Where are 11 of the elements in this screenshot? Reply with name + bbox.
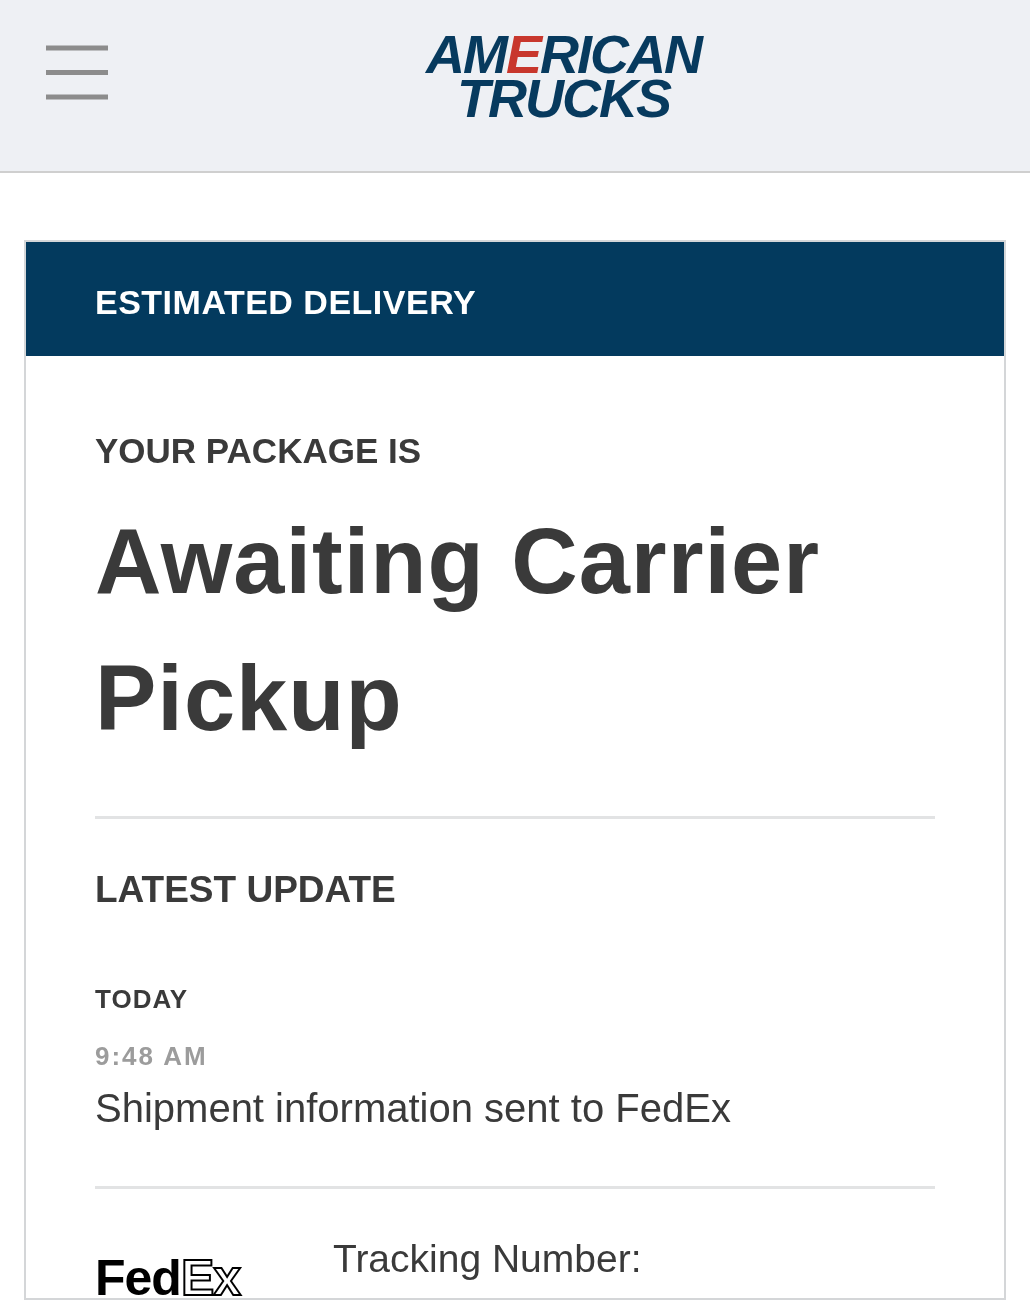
package-status: Awaiting Carrier Pickup xyxy=(95,509,821,751)
tracking-label: Tracking Number: xyxy=(333,1236,642,1282)
status-label: YOUR PACKAGE IS xyxy=(95,431,423,471)
menu-icon[interactable] xyxy=(46,45,108,100)
section-heading: LATEST UPDATE xyxy=(95,870,397,910)
card-title: ESTIMATED DELIVERY xyxy=(95,282,477,322)
carrier-logo: FedEx xyxy=(95,1258,243,1298)
brand-logo[interactable]: AMERICAN TRUCKS xyxy=(426,32,702,120)
update-time: 9:48 AM xyxy=(95,1041,209,1071)
update-message: Shipment information sent to FedEx xyxy=(95,1086,732,1130)
update-day: TODAY xyxy=(95,983,935,1015)
